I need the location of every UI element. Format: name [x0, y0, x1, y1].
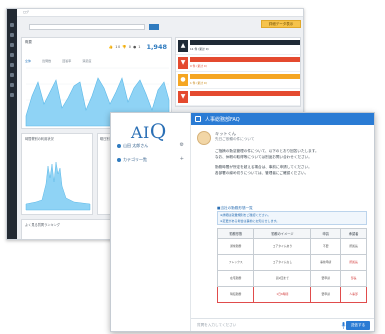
- table-cell: フレックス: [216, 254, 255, 271]
- feed-item[interactable]: ▲ 11 件 (累計 0): [176, 38, 300, 55]
- kpi-feedback-counts: 👍 10 👎 0 ● 1: [108, 45, 141, 49]
- table-row-highlighted: 時短勤務 1日6時間 要申請 人事部: [216, 286, 367, 303]
- gear-icon[interactable]: ⚙: [180, 142, 184, 148]
- table-cell: 事前申請: [310, 254, 342, 271]
- feed-bar: [190, 40, 300, 45]
- bot-subtitle: 先日ご依頼の件について: [215, 137, 255, 141]
- table-cell: 在宅勤務: [216, 270, 255, 287]
- sidebar-nav-icon[interactable]: [10, 53, 14, 57]
- work-style-table: 勤務形態 勤務のイメージ 申請 承認者 通常勤務 コアタイムあり 不要 所属長 …: [216, 228, 367, 303]
- feed-bar: [190, 74, 300, 79]
- table-cell: 時短勤務: [216, 286, 255, 303]
- ranking-title: よく見る質問ランキング: [25, 223, 60, 227]
- feed-bar: [190, 57, 300, 62]
- dashboard-topbar: ログ: [17, 9, 303, 17]
- note-line: ※変更がある場合は事前にお知らせします。: [220, 219, 280, 223]
- screenshot-stage: ログ 詳細データ表示 概要 全体 質問数 回答率 満足度 👍 10 👎 0 ● …: [0, 0, 385, 334]
- table-cell: 所属長: [340, 238, 367, 255]
- table-header: 承認者: [340, 228, 367, 239]
- overview-title: 概要: [25, 40, 32, 44]
- chat-main: 人事総務部FAQ キットくん 先日ご依頼の件について ご指摘の勤怠管理の件につい…: [191, 113, 374, 331]
- note-box: ※詳細は就業規則をご確認ください。 ※変更がある場合は事前にお知らせします。: [217, 211, 367, 225]
- chat-sidebar: AIQ 山田 太郎さん ⚙ カテゴリ一覧 +: [111, 113, 191, 331]
- table-row: フレックス コアタイムなし 事前申請 所属長: [216, 254, 367, 271]
- send-button[interactable]: 送信する: [346, 321, 370, 330]
- table-cell: 週2回まで: [253, 270, 312, 287]
- table-header: 申請: [310, 228, 342, 239]
- table-cell: コアタイムなし: [253, 254, 312, 271]
- kpi-total-value: 1,948: [146, 43, 167, 51]
- table-row: 通常勤務 コアタイムあり 不要 所属長: [216, 238, 367, 255]
- hourly-usage-title: 時間帯別の利用状況: [25, 137, 54, 141]
- feedback-feed: ▲ 11 件 (累計 0) ▼ 0 件 (累計 0) ● 1 件 (累計 0) …: [175, 37, 301, 107]
- ranking-panel: よく見る質問ランキング: [21, 219, 115, 239]
- hourly-usage-chart: [25, 161, 91, 211]
- sidebar-nav-icon[interactable]: [10, 93, 14, 97]
- sidebar-nav-icon[interactable]: [10, 23, 14, 27]
- dashboard-search-input[interactable]: [29, 24, 145, 30]
- table-cell: 人事部: [340, 286, 367, 303]
- table-cell: 要申請: [310, 270, 342, 287]
- table-header-row: 勤務形態 勤務のイメージ 申請 承認者: [216, 228, 367, 239]
- chat-window: AIQ 山田 太郎さん ⚙ カテゴリ一覧 + 人事総務部FAQ キットくん 先日…: [110, 112, 375, 332]
- category-icon: [117, 158, 121, 162]
- chat-header-icon: [195, 116, 201, 122]
- dashboard-sidebar: [7, 9, 17, 239]
- message-line: 勤務時間が所定を超える場合は、事前に申請してください。: [215, 165, 312, 169]
- weekday-title: 曜日別: [100, 137, 110, 141]
- sidebar-item-user[interactable]: 山田 太郎さん: [117, 143, 148, 149]
- table-header: 勤務形態: [216, 228, 255, 239]
- chat-header-title: 人事総務部FAQ: [205, 117, 240, 123]
- sidebar-nav-icon[interactable]: [10, 63, 14, 67]
- thumbs-up-icon: ▲: [178, 40, 188, 52]
- table-cell: 所属長: [340, 254, 367, 271]
- sidebar-nav-icon[interactable]: [10, 73, 14, 77]
- sidebar-user-label: 山田 太郎さん: [123, 143, 149, 148]
- table-cell: 部長: [340, 270, 367, 287]
- feed-item[interactable]: ● 1 件 (累計 0): [176, 72, 300, 89]
- table-cell: コアタイムあり: [253, 238, 312, 255]
- message-line: なお、休暇の取得等については別途お問い合わせください。: [215, 155, 312, 159]
- aiq-logo: AIQ: [131, 119, 167, 143]
- table-header: 勤務のイメージ: [253, 228, 312, 239]
- hourly-usage-panel: 時間帯別の利用状況: [21, 133, 93, 215]
- chat-input-bar: 質問を入力してください 送信する: [191, 318, 374, 331]
- chat-header: 人事総務部FAQ: [191, 113, 374, 125]
- sidebar-nav-icon[interactable]: [10, 33, 14, 37]
- table-cell: 不要: [310, 238, 342, 255]
- message-line: 各部署の締め切りについては、管理者にご確認ください。: [215, 171, 309, 175]
- sidebar-nav-icon[interactable]: [10, 43, 14, 47]
- sidebar-nav-icon[interactable]: [10, 83, 14, 87]
- message-line: ご指摘の勤怠管理の件について、以下のとおり回答いたします。: [215, 149, 319, 153]
- sidebar-item-categories[interactable]: カテゴリ一覧: [117, 157, 147, 163]
- plus-icon[interactable]: +: [180, 156, 184, 162]
- feed-item[interactable]: ▼: [176, 89, 300, 106]
- neutral-icon: ●: [178, 74, 188, 86]
- hourly-area: [25, 161, 91, 211]
- sidebar-categories-label: カテゴリ一覧: [123, 157, 147, 162]
- feed-bar: [190, 91, 300, 96]
- dashboard-search-button[interactable]: [149, 24, 159, 30]
- feed-sub: 0 件 (累計 0): [190, 64, 207, 68]
- bot-avatar: [197, 131, 211, 145]
- table-row: 在宅勤務 週2回まで 要申請 部長: [216, 270, 367, 287]
- table-cell: 通常勤務: [216, 238, 255, 255]
- export-button[interactable]: 詳細データ表示: [261, 20, 301, 28]
- feed-item[interactable]: ▼ 0 件 (累計 0): [176, 55, 300, 72]
- feed-sub: 1 件 (累計 0): [190, 81, 207, 85]
- chat-input[interactable]: 質問を入力してください: [195, 322, 335, 329]
- table-cell: 要申請: [310, 286, 342, 303]
- table-cell: 1日6時間: [253, 286, 312, 303]
- feed-sub: 11 件 (累計 0): [190, 47, 209, 51]
- user-icon: [117, 144, 121, 148]
- topbar-label: ログ: [23, 10, 30, 14]
- thumbs-down-icon: ▼: [178, 91, 188, 103]
- thumbs-down-icon: ▼: [178, 57, 188, 69]
